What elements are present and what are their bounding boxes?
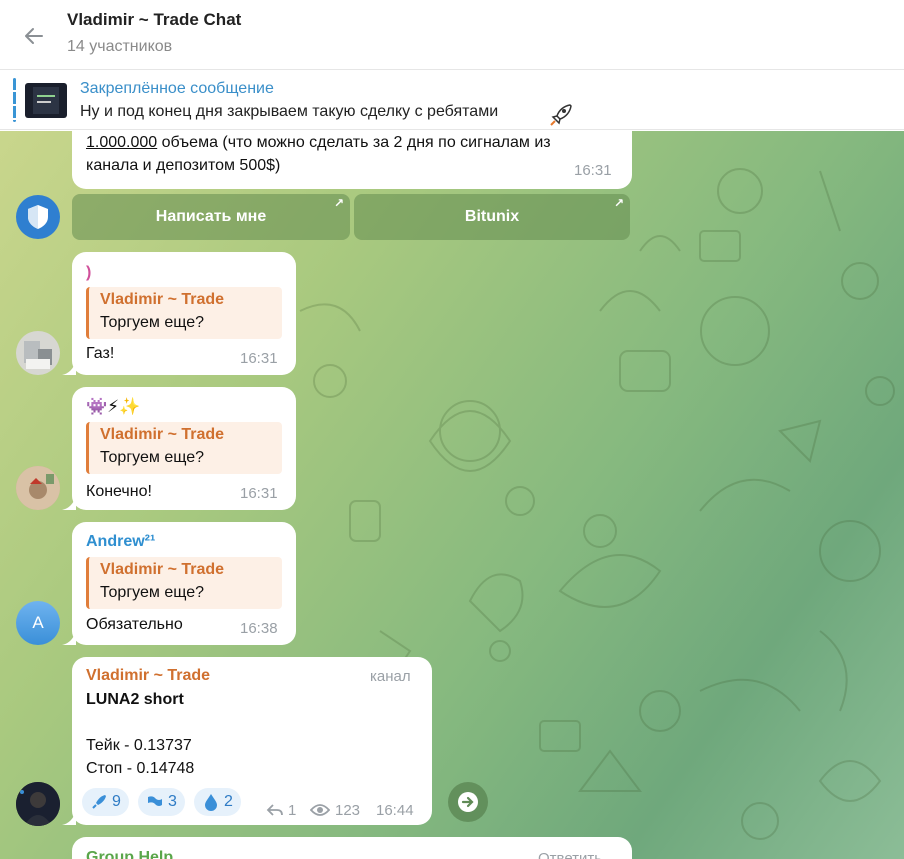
pinned-text: Ну и под конец дня закрываем такую сделк… — [80, 103, 499, 120]
channel-tag: канал — [370, 668, 411, 685]
pinned-thumbnail — [25, 83, 67, 118]
chat-area[interactable]: 1.000.000 объема (что можно сделать за 2… — [0, 131, 904, 859]
reply-quote[interactable]: Vladimir ~ Trade Торгуем еще? — [86, 422, 282, 474]
pinned-indicator — [13, 78, 16, 122]
eye-icon — [310, 804, 330, 816]
message-text: Газ! — [86, 345, 115, 362]
rocket-icon — [92, 795, 106, 809]
message-time: 16:38 — [240, 620, 278, 637]
quote-sender: Vladimir ~ Trade — [100, 561, 225, 578]
emoji-line: 👾⚡✨ — [86, 397, 141, 416]
reaction-rocket[interactable]: 9 — [82, 788, 129, 816]
external-link-icon: ↗ — [333, 196, 344, 210]
chat-header: Vladimir ~ Trade Chat 14 участников — [0, 0, 904, 70]
sender-name[interactable]: Group Help — [86, 849, 173, 859]
reply-icon — [266, 804, 283, 816]
user-photo-icon — [16, 466, 60, 510]
quote-text: Торгуем еще? — [100, 584, 204, 601]
avatar-bot[interactable] — [16, 195, 60, 239]
avatar-andrew[interactable]: A — [16, 601, 60, 645]
back-arrow-icon — [25, 28, 43, 44]
sender-name[interactable]: ) — [86, 264, 91, 282]
message-group-help[interactable]: Group Help Ответить — [72, 837, 632, 859]
bubble-tail — [62, 496, 76, 510]
volume-link[interactable]: 1.000.000 — [86, 134, 157, 151]
message-time: 16:31 — [240, 350, 278, 367]
signal-take-profit: Тейк - 0.13737 — [86, 737, 192, 754]
message-text: Обязательно — [86, 616, 183, 633]
quote-text: Торгуем еще? — [100, 314, 204, 331]
reply-count: 1 — [288, 802, 297, 819]
message-reply-andrew[interactable]: Andrew²¹ Vladimir ~ Trade Торгуем еще? О… — [72, 522, 296, 645]
avatar-vladimir[interactable] — [16, 782, 60, 826]
bubble-tail — [62, 811, 76, 825]
back-button[interactable] — [18, 20, 50, 52]
avatar-user-3[interactable] — [16, 466, 60, 510]
forward-button[interactable] — [448, 782, 488, 822]
reaction-count: 3 — [168, 793, 177, 810]
message-text-rest: объема (что можно сделать за 2 дня по си… — [157, 134, 551, 151]
signal-stop-loss: Стоп - 0.14748 — [86, 760, 195, 777]
forward-icon — [458, 792, 478, 812]
sender-name[interactable]: Vladimir ~ Trade — [86, 667, 210, 685]
avatar-letter: A — [32, 613, 44, 632]
external-link-icon: ↗ — [613, 196, 624, 210]
message-time: 16:44 — [376, 802, 414, 819]
message-reply-gas[interactable]: ) Vladimir ~ Trade Торгуем еще? Газ! 16:… — [72, 252, 296, 375]
flag-icon — [148, 796, 162, 806]
bitunix-button[interactable]: Bitunix ↗ — [354, 194, 630, 240]
shield-icon — [28, 205, 48, 229]
chat-title[interactable]: Vladimir ~ Trade Chat — [67, 10, 241, 30]
message-text-line2: канала и депозитом 500$) — [86, 157, 281, 174]
avatar-user-2[interactable] — [16, 331, 60, 375]
message-time: 16:31 — [240, 485, 278, 502]
bitunix-label: Bitunix — [464, 208, 520, 225]
quote-sender: Vladimir ~ Trade — [100, 291, 225, 308]
pinned-message[interactable]: Закреплённое сообщение Ну и под конец дн… — [0, 70, 904, 130]
user-photo-icon — [24, 341, 52, 369]
view-count: 123 — [335, 802, 361, 819]
quote-text: Торгуем еще? — [100, 449, 204, 466]
rocket-icon — [550, 104, 572, 126]
write-me-label: Написать мне — [155, 208, 267, 225]
bubble-tail — [62, 631, 76, 645]
message-signal[interactable]: Vladimir ~ Trade канал LUNA2 short Тейк … — [72, 657, 432, 825]
reaction-drop[interactable]: 2 — [194, 788, 241, 816]
reaction-flag[interactable]: 3 — [138, 788, 185, 816]
reaction-count: 2 — [224, 793, 233, 810]
member-count: 14 участников — [67, 38, 173, 55]
reply-quote[interactable]: Vladimir ~ Trade Торгуем еще? — [86, 287, 282, 339]
message-reply-sure[interactable]: 👾⚡✨ Vladimir ~ Trade Торгуем еще? Конечн… — [72, 387, 296, 510]
write-me-button[interactable]: Написать мне ↗ — [72, 194, 350, 240]
bubble-tail — [62, 361, 76, 375]
drop-icon — [205, 794, 217, 811]
sender-name[interactable]: Andrew²¹ — [86, 533, 155, 551]
message-time: 16:31 — [574, 162, 612, 179]
reply-action[interactable]: Ответить — [538, 850, 602, 859]
message-text-line1: 1.000.000 объема (что можно сделать за 2… — [86, 134, 551, 152]
message-bot-promo[interactable]: 1.000.000 объема (что можно сделать за 2… — [72, 131, 632, 189]
reply-quote[interactable]: Vladimir ~ Trade Торгуем еще? — [86, 557, 282, 609]
signal-title: LUNA2 short — [86, 691, 184, 708]
quote-sender: Vladimir ~ Trade — [100, 426, 225, 443]
reaction-count: 9 — [112, 793, 121, 810]
message-text: Конечно! — [86, 483, 152, 500]
user-photo-icon — [16, 782, 60, 826]
pinned-label: Закреплённое сообщение — [80, 80, 274, 97]
